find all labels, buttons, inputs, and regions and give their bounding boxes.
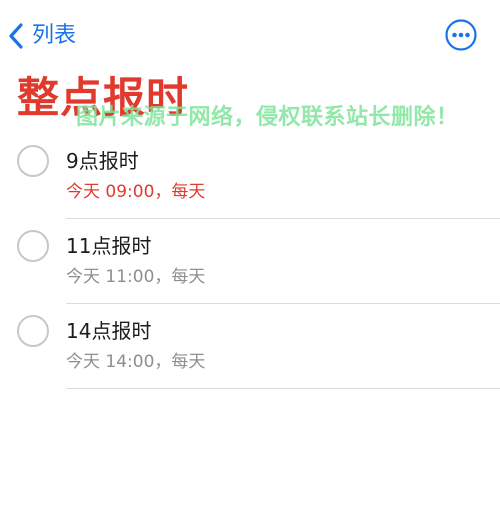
completion-circle[interactable] xyxy=(17,230,49,262)
chevron-left-icon xyxy=(9,23,23,49)
reminder-schedule: 今天 11:00，每天 xyxy=(66,267,206,287)
back-button-label: 列表 xyxy=(32,23,77,48)
reminder-item-9[interactable]: 9点报时 今天 09:00，每天 xyxy=(0,134,500,219)
back-button[interactable]: 列表 xyxy=(6,20,76,52)
reminder-list: 9点报时 今天 09:00，每天 11点报时 今天 11:00，每天 14点报时… xyxy=(0,134,500,389)
reminder-item-14[interactable]: 14点报时 今天 14:00，每天 xyxy=(0,304,500,389)
reminder-title: 14点报时 xyxy=(66,319,152,343)
completion-circle[interactable] xyxy=(17,145,49,177)
reminder-schedule: 今天 14:00，每天 xyxy=(66,352,206,372)
completion-circle[interactable] xyxy=(17,315,49,347)
row-divider xyxy=(66,388,500,389)
more-options-button[interactable] xyxy=(444,18,478,52)
reminder-title: 11点报时 xyxy=(66,234,152,258)
reminder-schedule: 今天 09:00，每天 xyxy=(66,182,206,202)
watermark-text: 图片来源于网络，侵权联系站长删除！ xyxy=(76,105,459,130)
reminder-item-11[interactable]: 11点报时 今天 11:00，每天 xyxy=(0,219,500,304)
reminders-list-screen: 列表 整点报时 图片来源于网络，侵权联系站长删除！ 9点报时 今天 09:00，… xyxy=(0,0,500,522)
ellipsis-circle-icon xyxy=(445,19,477,51)
reminder-title: 9点报时 xyxy=(66,149,139,173)
